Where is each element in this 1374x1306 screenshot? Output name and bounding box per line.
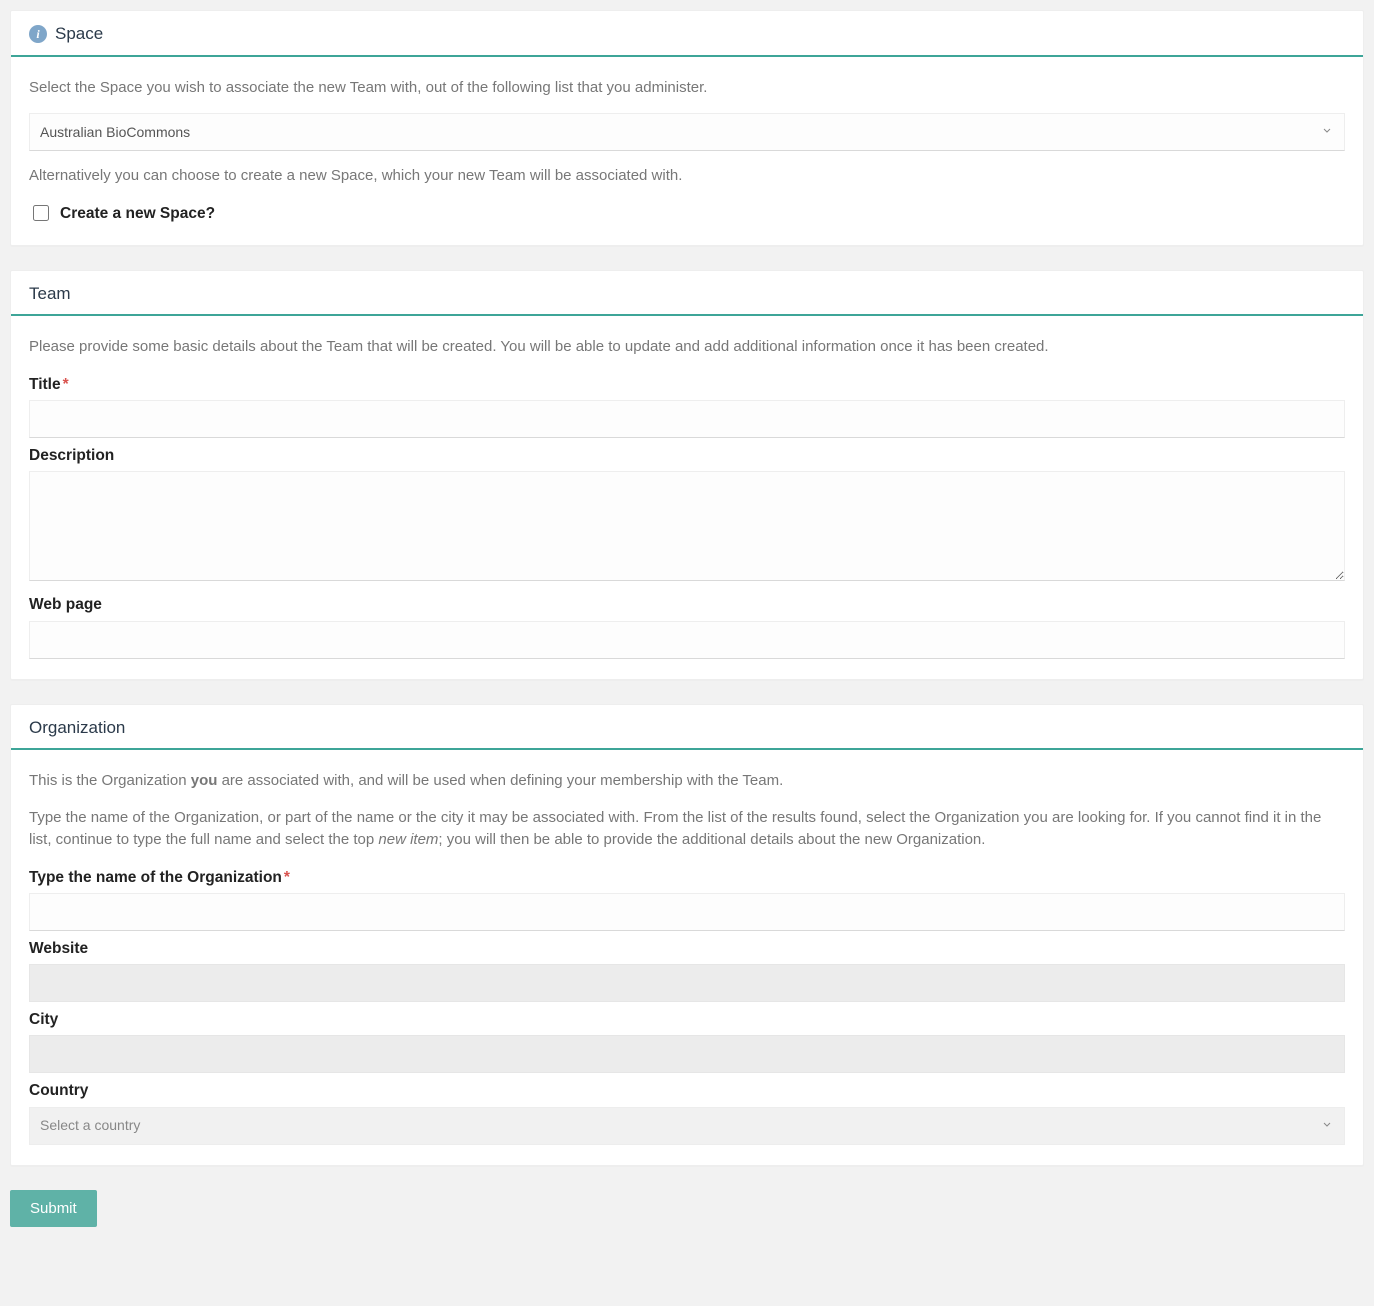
org-country-wrap[interactable]: Select a country <box>29 1107 1345 1145</box>
panel-team: Team Please provide some basic details a… <box>10 270 1364 680</box>
panel-team-header: Team <box>11 271 1363 317</box>
create-space-checkbox[interactable] <box>33 205 49 221</box>
org-country-label: Country <box>29 1079 1345 1102</box>
create-space-row[interactable]: Create a new Space? <box>29 202 1345 225</box>
panel-org-header: Organization <box>11 705 1363 751</box>
space-select-wrap[interactable]: Australian BioCommons <box>29 113 1345 151</box>
org-city-label: City <box>29 1008 1345 1031</box>
info-icon: i <box>29 25 47 43</box>
org-heading: Organization <box>29 715 125 741</box>
team-desc-label: Description <box>29 444 1345 467</box>
org-type-hint: Type the name of the Organization, or pa… <box>29 807 1345 852</box>
team-title-input[interactable] <box>29 400 1345 438</box>
panel-space-header: i Space <box>11 11 1363 57</box>
team-web-input[interactable] <box>29 621 1345 659</box>
team-web-label: Web page <box>29 593 1345 616</box>
org-website-label: Website <box>29 937 1345 960</box>
org-name-label: Type the name of the Organization* <box>29 866 1345 889</box>
submit-button[interactable]: Submit <box>10 1190 97 1227</box>
org-website-input[interactable] <box>29 964 1345 1002</box>
org-country-select[interactable]: Select a country <box>29 1107 1345 1145</box>
org-city-input[interactable] <box>29 1035 1345 1073</box>
team-intro: Please provide some basic details about … <box>29 336 1345 359</box>
create-space-label: Create a new Space? <box>60 202 215 225</box>
space-intro: Select the Space you wish to associate t… <box>29 77 1345 100</box>
org-name-input[interactable] <box>29 893 1345 931</box>
panel-organization: Organization This is the Organization yo… <box>10 704 1364 1166</box>
space-select[interactable]: Australian BioCommons <box>29 113 1345 151</box>
panel-space: i Space Select the Space you wish to ass… <box>10 10 1364 246</box>
team-title-label: Title* <box>29 373 1345 396</box>
team-desc-textarea[interactable] <box>29 471 1345 581</box>
space-alt-hint: Alternatively you can choose to create a… <box>29 165 1345 188</box>
team-heading: Team <box>29 281 71 307</box>
space-heading: Space <box>55 21 103 47</box>
org-intro: This is the Organization you are associa… <box>29 770 1345 793</box>
